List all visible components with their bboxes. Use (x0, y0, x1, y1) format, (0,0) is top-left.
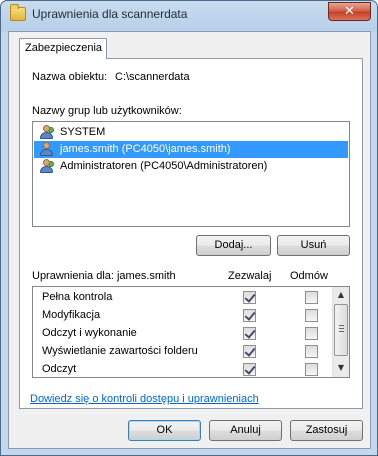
object-name-value: C:\scannerdata (115, 71, 190, 83)
group-users-icon (39, 159, 55, 174)
user-icon (39, 142, 55, 157)
ok-button[interactable]: OK (128, 420, 201, 441)
permission-name: Pełna kontrola (42, 291, 113, 303)
allow-checkbox[interactable] (243, 327, 256, 340)
permission-row: Odczyt i wykonanie (33, 325, 333, 343)
scrollbar-thumb[interactable] (334, 304, 348, 356)
principals-list[interactable]: SYSTEM james.smith (PC4050\james.smith) … (32, 121, 350, 227)
allow-checkbox[interactable] (243, 363, 256, 376)
list-item-system[interactable]: SYSTEM (34, 124, 348, 141)
tab-security[interactable]: Zabezpieczenia (19, 38, 107, 59)
cancel-button[interactable]: Anuluj (209, 420, 282, 441)
folder-icon (10, 4, 26, 21)
apply-button[interactable]: Zastosuj (290, 420, 363, 441)
deny-checkbox[interactable] (305, 345, 318, 358)
scroll-down-arrow-icon[interactable]: ▼ (333, 360, 349, 376)
allow-checkbox[interactable] (243, 309, 256, 322)
principal-name: SYSTEM (60, 126, 106, 138)
deny-column-header: Odmów (290, 270, 328, 282)
permission-name: Wyświetlanie zawartości folderu (42, 345, 198, 357)
group-users-icon (39, 125, 55, 140)
permission-row: Wyświetlanie zawartości folderu (33, 343, 333, 361)
deny-checkbox[interactable] (305, 291, 318, 304)
permissions-for-label: Uprawnienia dla: james.smith (32, 270, 176, 282)
allow-checkbox[interactable] (243, 345, 256, 358)
close-button[interactable]: ✕ (328, 2, 371, 21)
permission-row: Pełna kontrola (33, 289, 333, 307)
permissions-scrollbar[interactable]: ▲ ▼ (332, 287, 349, 377)
permissions-dialog: Uprawnienia dla scannerdata ✕ Zabezpiecz… (0, 0, 378, 456)
deny-checkbox[interactable] (305, 309, 318, 322)
list-item-james-smith[interactable]: james.smith (PC4050\james.smith) (34, 141, 348, 158)
dialog-body: Zabezpieczenia Nazwa obiektu: C:\scanner… (8, 31, 371, 449)
permission-row: Modyfikacja (33, 307, 333, 325)
list-item-administratoren[interactable]: Administratoren (PC4050\Administratoren) (34, 158, 348, 175)
permission-name: Odczyt i wykonanie (42, 327, 137, 339)
security-tab-panel: Nazwa obiektu: C:\scannerdata Nazwy grup… (19, 58, 363, 409)
scroll-up-arrow-icon[interactable]: ▲ (333, 287, 349, 303)
deny-checkbox[interactable] (305, 363, 318, 376)
allow-column-header: Zezwalaj (228, 270, 272, 282)
remove-button[interactable]: Usuń (277, 235, 350, 256)
title-bar[interactable]: Uprawnienia dla scannerdata ✕ (1, 1, 377, 29)
add-button[interactable]: Dodaj... (196, 235, 271, 256)
window-title: Uprawnienia dla scannerdata (32, 7, 188, 21)
principal-name: Administratoren (PC4050\Administratoren) (60, 160, 268, 172)
permission-row: Odczyt (33, 361, 333, 377)
permission-name: Odczyt (42, 363, 77, 375)
principal-name: james.smith (PC4050\james.smith) (60, 143, 231, 155)
permission-name: Modyfikacja (42, 309, 101, 321)
object-name-label: Nazwa obiektu: (32, 71, 108, 83)
deny-checkbox[interactable] (305, 327, 318, 340)
groups-label: Nazwy grup lub użytkowników: (32, 105, 182, 117)
allow-checkbox[interactable] (243, 291, 256, 304)
help-link[interactable]: Dowiedz się o kontroli dostępu i uprawni… (30, 393, 259, 405)
permissions-list[interactable]: Pełna kontrola Modyfikacja Odczyt i wyko… (32, 286, 350, 378)
